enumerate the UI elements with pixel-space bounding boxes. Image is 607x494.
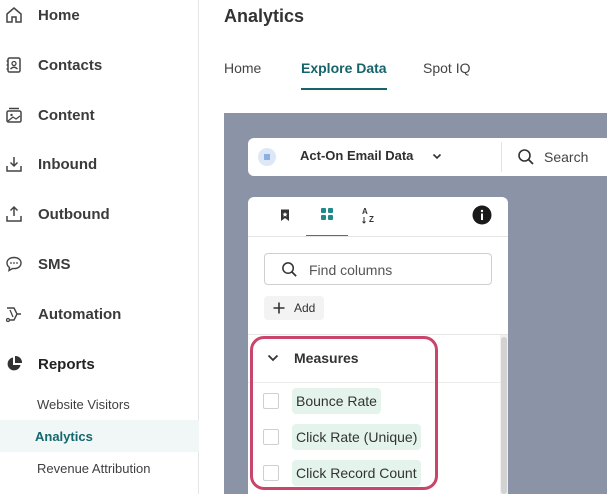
info-button[interactable] [461,197,503,237]
sidebar-subitem-label: Analytics [35,428,93,444]
tab-spot-iq[interactable]: Spot IQ [423,58,470,90]
column-chip-bounce-rate[interactable]: Bounce Rate [292,388,381,414]
outbound-icon [4,204,24,224]
tab-home[interactable]: Home [224,58,261,90]
list-item: Click Record Count [248,456,500,490]
scrollbar-thumb[interactable] [501,337,507,494]
list-item: Bounce Rate [248,384,500,418]
add-button[interactable]: Add [264,296,324,320]
sidebar-item-label: Reports [38,355,95,373]
sidebar-item-inbound[interactable]: Inbound [0,149,199,179]
search-input[interactable]: Search [544,149,588,165]
panel-divider [248,334,508,335]
automation-icon [4,304,24,324]
chevron-down-icon [266,351,280,370]
sidebar-subitem-label: Revenue Attribution [37,460,151,476]
sidebar-item-automation[interactable]: Automation [0,299,199,329]
info-icon [472,205,492,230]
bookmark-icon [278,208,292,227]
column-checkbox[interactable] [263,393,279,409]
sidebar-item-label: Home [38,6,80,24]
sidebar: Home Contacts Content Inbound Outbound S… [0,0,199,494]
sidebar-item-contacts[interactable]: Contacts [0,50,199,80]
search-icon[interactable] [517,148,535,171]
find-columns-input[interactable] [309,260,479,280]
datasource-icon [258,148,276,166]
reports-icon [4,354,24,374]
sidebar-item-label: Contacts [38,56,103,74]
panel-tab-columns[interactable] [306,197,348,237]
svg-text:A: A [362,207,368,216]
panel-tab-bookmarks[interactable] [264,197,306,237]
sidebar-item-label: Content [38,106,95,124]
sms-icon [4,254,24,274]
sidebar-subitem-label: Website Visitors [37,396,130,412]
sidebar-item-outbound[interactable]: Outbound [0,199,199,229]
svg-text:Z: Z [369,215,374,224]
sidebar-item-label: Inbound [38,155,98,173]
search-icon [281,261,298,283]
add-button-label: Add [294,301,316,315]
sort-az-icon: AZ [361,206,377,229]
section-divider [248,382,500,383]
column-chip-click-record-count[interactable]: Click Record Count [292,460,421,486]
tab-explore-data[interactable]: Explore Data [301,58,387,90]
chevron-down-icon[interactable] [431,149,443,167]
panel-tab-sort[interactable]: AZ [348,197,390,237]
sidebar-item-content[interactable]: Content [0,100,199,130]
find-columns-field[interactable] [264,253,492,285]
sidebar-item-sms[interactable]: SMS [0,249,199,279]
toolbar-divider [501,142,502,172]
sidebar-subitem-revenue-attribution[interactable]: Revenue Attribution [0,452,199,484]
plus-icon [272,301,286,320]
explore-toolbar: Act-On Email Data Search [248,138,607,176]
sidebar-item-label: Outbound [38,205,110,223]
sidebar-item-label: SMS [38,255,71,273]
sidebar-item-home[interactable]: Home [0,0,199,30]
sidebar-item-label: Automation [38,305,122,323]
panel-tabs-divider [248,236,508,237]
panel-scrollbar[interactable] [500,335,508,494]
measures-section-title: Measures [294,350,359,366]
content-icon [4,105,24,125]
columns-panel: AZ Add Measures Bounce Rate Click Rate (… [248,197,508,494]
column-checkbox[interactable] [263,465,279,481]
column-checkbox[interactable] [263,429,279,445]
contacts-icon [4,55,24,75]
sidebar-item-reports[interactable]: Reports [0,349,199,379]
page-title: Analytics [224,6,305,26]
datasource-select[interactable]: Act-On Email Data [300,148,413,163]
sidebar-subitem-website-visitors[interactable]: Website Visitors [0,388,199,420]
home-icon [4,5,24,25]
list-item: Click Rate (Unique) [248,420,500,454]
inbound-icon [4,154,24,174]
column-chip-click-rate-unique[interactable]: Click Rate (Unique) [292,424,422,450]
grid-icon [320,207,334,226]
sidebar-subitem-analytics[interactable]: Analytics [0,420,199,452]
